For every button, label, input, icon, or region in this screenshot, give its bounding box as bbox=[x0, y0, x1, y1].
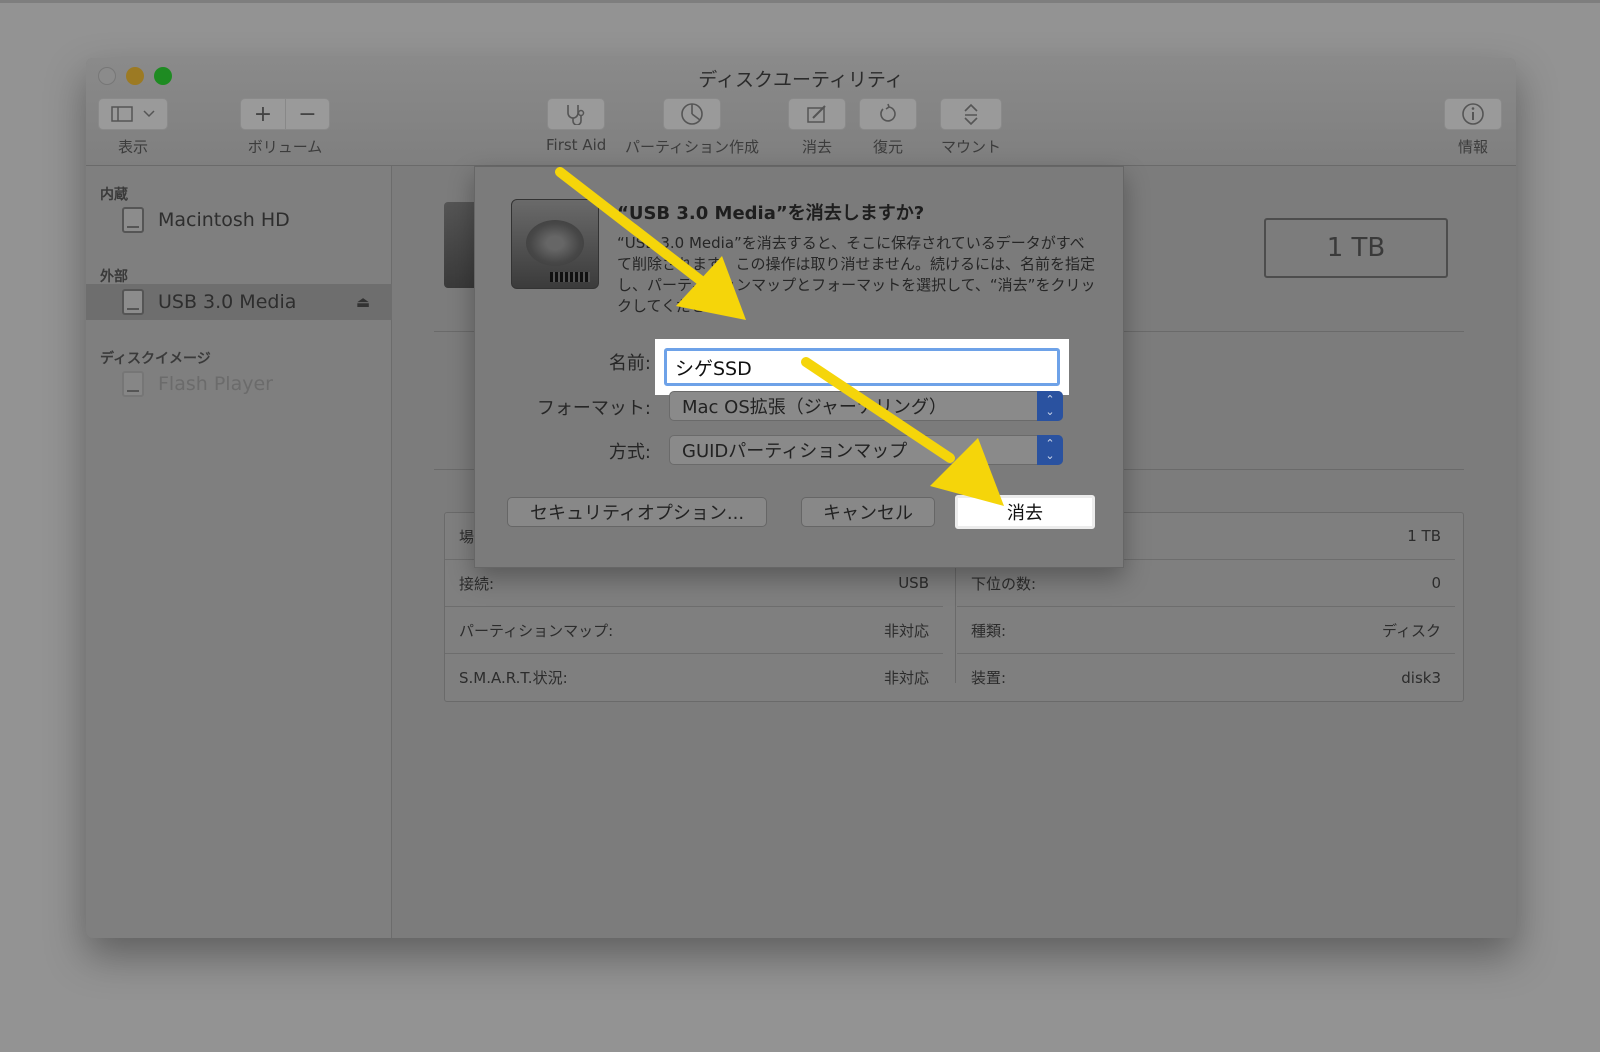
updown-chevron-icon: ⌃ ⌄ bbox=[1037, 391, 1063, 421]
info-value: ディスク bbox=[1382, 621, 1441, 640]
cancel-button[interactable]: キャンセル bbox=[801, 497, 935, 527]
volume-label: ボリューム bbox=[247, 138, 323, 156]
sidebar-item-macintosh-hd[interactable]: Macintosh HD bbox=[86, 202, 392, 238]
info-label: 情報 bbox=[1457, 138, 1488, 156]
toolbar-first-aid: First Aid bbox=[546, 98, 606, 154]
add-volume-button[interactable]: + bbox=[241, 99, 285, 129]
toolbar-volume: + − ボリューム bbox=[240, 98, 330, 157]
sidebar: 内蔵 Macintosh HD 外部 USB 3.0 Media ⏏ ディスクイ… bbox=[86, 166, 392, 938]
toolbar-info: 情報 bbox=[1444, 98, 1502, 157]
toolbar-partition: パーティション作成 bbox=[622, 98, 762, 157]
pie-chart-icon bbox=[681, 103, 703, 125]
erase-button[interactable]: 消去 bbox=[955, 495, 1095, 529]
info-row-partition-map: パーティションマップ: 非対応 bbox=[445, 607, 943, 654]
info-value: 0 bbox=[1431, 574, 1441, 592]
toolbar-erase: 消去 bbox=[788, 98, 846, 157]
scheme-select[interactable]: GUIDパーティションマップ ⌃ ⌄ bbox=[669, 435, 1063, 465]
sidebar-icon bbox=[111, 106, 133, 122]
scheme-label: 方式: bbox=[608, 442, 651, 463]
format-label: フォーマット: bbox=[536, 398, 651, 419]
info-row-smart-status: S.M.A.R.T.状況: 非対応 bbox=[445, 654, 943, 701]
partition-label: パーティション作成 bbox=[624, 138, 760, 156]
security-options-button[interactable]: セキュリティオプション... bbox=[507, 497, 767, 527]
sidebar-item-label: Flash Player bbox=[158, 373, 273, 395]
scheme-value: GUIDパーティションマップ bbox=[682, 441, 908, 462]
info-label: 接続: bbox=[459, 574, 495, 593]
info-value: USB bbox=[898, 574, 929, 592]
erase-dialog: “USB 3.0 Media”を消去しますか? “USB 3.0 Media”を… bbox=[474, 166, 1124, 568]
disk-icon bbox=[122, 289, 144, 315]
info-row-device: 装置: disk3 bbox=[957, 654, 1455, 701]
info-value: 非対応 bbox=[883, 621, 929, 640]
view-button[interactable] bbox=[98, 98, 168, 130]
window-title: ディスクユーティリティ bbox=[698, 69, 904, 91]
info-label: 下位の数: bbox=[971, 574, 1037, 593]
sidebar-item-usb-media[interactable]: USB 3.0 Media ⏏ bbox=[86, 284, 392, 320]
first-aid-label: First Aid bbox=[546, 136, 607, 154]
info-value: disk3 bbox=[1401, 668, 1441, 687]
toolbar-restore: 復元 bbox=[859, 98, 917, 157]
mount-icon bbox=[964, 103, 978, 126]
sidebar-item-label: Macintosh HD bbox=[158, 209, 290, 231]
sidebar-section-internal: 内蔵 bbox=[100, 187, 128, 203]
info-label: パーティションマップ: bbox=[459, 621, 614, 640]
mount-button[interactable] bbox=[940, 98, 1002, 130]
screen-top-edge bbox=[0, 0, 1600, 3]
updown-chevron-icon: ⌃ ⌄ bbox=[1037, 435, 1063, 465]
info-button[interactable] bbox=[1444, 98, 1502, 130]
name-label: 名前: bbox=[608, 353, 651, 374]
info-label: 場 bbox=[459, 527, 475, 546]
first-aid-button[interactable] bbox=[547, 98, 606, 130]
volume-segmented-control: + − bbox=[240, 98, 330, 130]
info-label: 装置: bbox=[971, 669, 1007, 687]
name-input[interactable] bbox=[664, 348, 1060, 386]
name-field-highlight bbox=[655, 339, 1069, 395]
toolbar-mount: マウント bbox=[940, 98, 1002, 157]
partition-button[interactable] bbox=[663, 98, 721, 130]
info-row-type: 種類: ディスク bbox=[957, 607, 1455, 654]
erase-label: 消去 bbox=[801, 138, 832, 156]
info-icon bbox=[1462, 103, 1484, 125]
info-label: 種類: bbox=[971, 621, 1007, 640]
capacity-display: 1 TB bbox=[1264, 218, 1448, 278]
sidebar-section-disk-images: ディスクイメージ bbox=[100, 351, 211, 367]
restore-arrow-icon bbox=[880, 103, 896, 122]
view-label: 表示 bbox=[117, 138, 148, 156]
dialog-message: “USB 3.0 Media”を消去すると、そこに保存されているデータがすべて削… bbox=[617, 234, 1096, 315]
dialog-title: “USB 3.0 Media”を消去しますか? bbox=[617, 203, 925, 224]
info-value: 非対応 bbox=[883, 669, 929, 687]
format-value: Mac OS拡張（ジャーナリング） bbox=[682, 397, 947, 418]
erase-toolbar-button[interactable] bbox=[788, 98, 846, 130]
chevron-down-icon bbox=[143, 110, 155, 118]
hard-drive-icon bbox=[511, 199, 599, 289]
mount-label: マウント bbox=[940, 138, 1001, 156]
sidebar-item-flash-player[interactable]: Flash Player bbox=[86, 366, 392, 402]
info-label: S.M.A.R.T.状況: bbox=[459, 669, 568, 687]
disk-icon bbox=[122, 371, 144, 397]
stethoscope-icon bbox=[567, 105, 585, 125]
title-bar: ディスクユーティリティ 表示 + − ボリューム First Aid パーティシ… bbox=[86, 58, 1516, 166]
toolbar-view: 表示 bbox=[98, 98, 168, 157]
restore-button[interactable] bbox=[859, 98, 917, 130]
sidebar-item-label: USB 3.0 Media bbox=[158, 291, 297, 313]
format-select[interactable]: Mac OS拡張（ジャーナリング） ⌃ ⌄ bbox=[669, 391, 1063, 421]
remove-volume-button[interactable]: − bbox=[285, 99, 329, 129]
disk-icon bbox=[122, 207, 144, 233]
info-value: 1 TB bbox=[1407, 527, 1441, 545]
eject-icon[interactable]: ⏏ bbox=[356, 293, 370, 311]
sidebar-section-external: 外部 bbox=[100, 269, 128, 285]
erase-pencil-icon bbox=[807, 105, 826, 123]
restore-label: 復元 bbox=[872, 138, 903, 156]
